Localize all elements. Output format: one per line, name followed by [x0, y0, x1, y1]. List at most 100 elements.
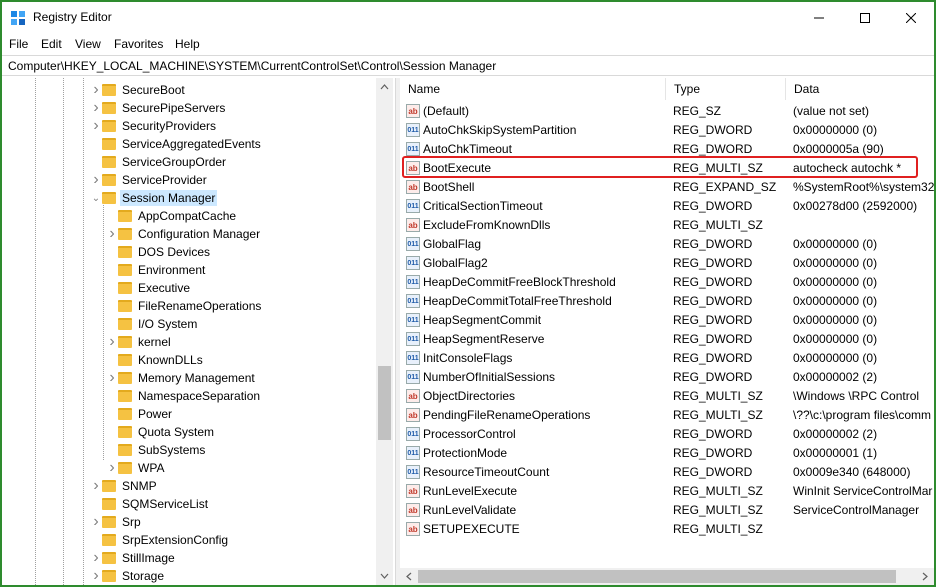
tree-item-label: StillImage [122, 551, 175, 565]
tree-item[interactable]: ServiceGroupOrder [90, 153, 228, 171]
chevron-right-icon[interactable]: › [90, 549, 102, 567]
tree-item[interactable]: › StillImage [90, 549, 177, 567]
address-path[interactable]: Computer\HKEY_LOCAL_MACHINE\SYSTEM\Curre… [8, 59, 496, 73]
menu-edit[interactable]: Edit [41, 37, 62, 51]
tree-item[interactable]: ⌄ Session Manager [90, 189, 218, 207]
column-header-data[interactable]: Data [786, 78, 934, 100]
tree-item[interactable]: I/O System [106, 315, 199, 333]
value-row[interactable]: 011 ProcessorControl REG_DWORD 0x00000002 (… [400, 425, 934, 444]
tree-item[interactable]: Executive [106, 279, 192, 297]
value-name: BootExecute [423, 161, 492, 175]
value-row[interactable]: 011 CriticalSectionTimeout REG_DWORD 0x0027… [400, 197, 934, 216]
chevron-right-icon[interactable]: › [90, 99, 102, 117]
string-value-icon: ab [406, 218, 420, 232]
tree-item[interactable]: › SecurePipeServers [90, 99, 227, 117]
address-bar[interactable]: Computer\HKEY_LOCAL_MACHINE\SYSTEM\Curre… [2, 55, 934, 76]
minimize-button[interactable] [796, 2, 842, 34]
value-row[interactable]: 011 NumberOfInitialSessions REG_DWORD 0x000… [400, 368, 934, 387]
tree-item[interactable]: › SecurityProviders [90, 117, 218, 135]
tree-item[interactable]: › ServiceProvider [90, 171, 209, 189]
value-data: 0x00000002 (2) [793, 427, 878, 441]
value-row[interactable]: 011 HeapDeCommitFreeBlockThreshold REG_DWO… [400, 273, 934, 292]
chevron-right-icon[interactable]: › [90, 171, 102, 189]
value-row[interactable]: ab BootShell REG_EXPAND_SZ %SystemRoot%\sys… [400, 178, 934, 197]
value-data: ServiceControlManager [793, 503, 920, 517]
maximize-button[interactable] [842, 2, 888, 34]
chevron-right-icon[interactable]: › [90, 513, 102, 531]
title-bar[interactable]: Registry Editor [2, 2, 934, 34]
chevron-right-icon[interactable]: › [90, 117, 102, 135]
tree-item[interactable]: › Srp [90, 513, 143, 531]
tree-item[interactable]: › WPA [106, 459, 166, 477]
scroll-left-icon[interactable] [400, 568, 417, 585]
close-button[interactable] [888, 2, 934, 34]
tree-scroll-thumb[interactable] [378, 366, 391, 440]
menu-file[interactable]: File [9, 37, 28, 51]
values-list[interactable]: Name Type Data ab (Default) REG_SZ (value n… [400, 78, 934, 585]
value-name: ExcludeFromKnownDlls [423, 218, 551, 232]
chevron-right-icon[interactable]: › [90, 567, 102, 585]
value-row[interactable]: 011 GlobalFlag REG_DWORD 0x00000000 (0) [400, 235, 934, 254]
chevron-right-icon[interactable]: › [90, 477, 102, 495]
chevron-right-icon[interactable]: › [106, 333, 118, 351]
value-row[interactable]: ab RunLevelExecute REG_MULTI_SZ WinInit Ser… [400, 482, 934, 501]
tree-item-label: Session Manager [120, 190, 218, 206]
value-row[interactable]: 011 GlobalFlag2 REG_DWORD 0x00000000 (0) [400, 254, 934, 273]
value-row[interactable]: 011 AutoChkTimeout REG_DWORD 0x0000005a (90… [400, 140, 934, 159]
value-row[interactable]: 011 HeapSegmentReserve REG_DWORD 0x00000000… [400, 330, 934, 349]
folder-icon [118, 336, 132, 348]
tree-item[interactable]: › Storage [90, 567, 166, 585]
menu-favorites[interactable]: Favorites [114, 37, 163, 51]
tree-item[interactable]: Power [106, 405, 174, 423]
tree-item[interactable]: SQMServiceList [90, 495, 210, 513]
chevron-right-icon[interactable]: › [106, 225, 118, 243]
values-hscroll-thumb[interactable] [418, 570, 896, 583]
value-row[interactable]: ab SETUPEXECUTE REG_MULTI_SZ [400, 520, 934, 539]
chevron-right-icon[interactable]: › [90, 81, 102, 99]
tree-scrollbar[interactable] [376, 78, 393, 585]
tree-item-label: WPA [138, 461, 165, 475]
tree-item[interactable]: › SecureBoot [90, 81, 187, 99]
tree-item[interactable]: › Memory Management [106, 369, 257, 387]
tree-item[interactable]: FileRenameOperations [106, 297, 263, 315]
folder-icon [102, 570, 116, 582]
tree-item[interactable]: NamespaceSeparation [106, 387, 262, 405]
tree-item[interactable]: › Configuration Manager [106, 225, 262, 243]
scroll-down-icon[interactable] [376, 568, 393, 585]
key-tree[interactable]: › SecureBoot › SecurePipeServers › SecurityPr… [2, 78, 395, 585]
chevron-right-icon[interactable]: › [106, 459, 118, 477]
tree-item[interactable]: Environment [106, 261, 207, 279]
value-row[interactable]: 011 InitConsoleFlags REG_DWORD 0x00000000 (… [400, 349, 934, 368]
tree-item[interactable]: › kernel [106, 333, 173, 351]
scroll-right-icon[interactable] [917, 568, 934, 585]
value-row[interactable]: 011 HeapSegmentCommit REG_DWORD 0x00000000 … [400, 311, 934, 330]
value-row[interactable]: ab RunLevelValidate REG_MULTI_SZ ServiceCon… [400, 501, 934, 520]
tree-item[interactable]: › SNMP [90, 477, 159, 495]
value-row[interactable]: ab ObjectDirectories REG_MULTI_SZ \Windows … [400, 387, 934, 406]
chevron-down-icon[interactable]: ⌄ [90, 193, 102, 204]
value-row[interactable]: 011 HeapDeCommitTotalFreeThreshold REG_DWO… [400, 292, 934, 311]
value-name: NumberOfInitialSessions [423, 370, 556, 384]
tree-item[interactable]: SubSystems [106, 441, 207, 459]
column-header-name[interactable]: Name [400, 78, 666, 100]
tree-item[interactable]: AppCompatCache [106, 207, 238, 225]
menu-view[interactable]: View [75, 37, 101, 51]
tree-item[interactable]: KnownDLLs [106, 351, 205, 369]
registry-editor-icon [11, 11, 25, 25]
value-row[interactable]: 011 ProtectionMode REG_DWORD 0x00000001 (1) [400, 444, 934, 463]
chevron-right-icon[interactable]: › [106, 369, 118, 387]
tree-item[interactable]: SrpExtensionConfig [90, 531, 230, 549]
menu-help[interactable]: Help [175, 37, 200, 51]
scroll-up-icon[interactable] [376, 78, 393, 95]
tree-item[interactable]: DOS Devices [106, 243, 212, 261]
value-row[interactable]: ab PendingFileRenameOperations REG_MULTI_S… [400, 406, 934, 425]
value-row[interactable]: ab BootExecute REG_MULTI_SZ autocheck autoc… [400, 159, 934, 178]
values-hscrollbar[interactable] [400, 568, 934, 585]
tree-item[interactable]: ServiceAggregatedEvents [90, 135, 263, 153]
value-row[interactable]: ab (Default) REG_SZ (value not set) [400, 102, 934, 121]
tree-item[interactable]: Quota System [106, 423, 216, 441]
column-header-type[interactable]: Type [666, 78, 786, 100]
value-row[interactable]: ab ExcludeFromKnownDlls REG_MULTI_SZ [400, 216, 934, 235]
value-row[interactable]: 011 AutoChkSkipSystemPartition REG_DWORD 0x… [400, 121, 934, 140]
value-row[interactable]: 011 ResourceTimeoutCount REG_DWORD 0x0009e3… [400, 463, 934, 482]
